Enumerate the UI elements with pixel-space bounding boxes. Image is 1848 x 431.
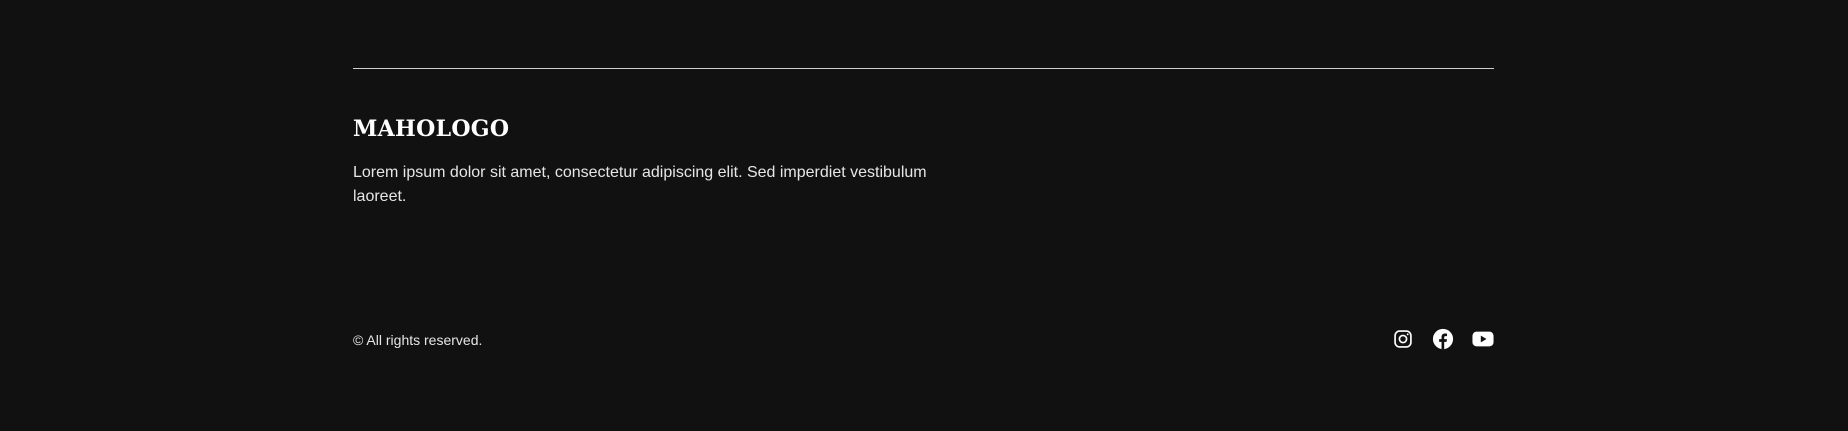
site-footer: MAHOLOGO Lorem ipsum dolor sit amet, con… [353, 0, 1494, 431]
youtube-icon [1471, 331, 1494, 346]
footer-divider [353, 68, 1494, 69]
instagram-link[interactable] [1391, 327, 1414, 350]
social-links [1391, 327, 1494, 350]
facebook-link[interactable] [1431, 327, 1454, 350]
instagram-icon [1393, 329, 1412, 348]
facebook-icon [1432, 328, 1453, 349]
footer-description: Lorem ipsum dolor sit amet, consectetur … [353, 164, 927, 205]
footer-logo[interactable]: MAHOLOGO [353, 115, 509, 143]
copyright-text: © All rights reserved. [353, 332, 483, 348]
youtube-link[interactable] [1471, 327, 1494, 350]
